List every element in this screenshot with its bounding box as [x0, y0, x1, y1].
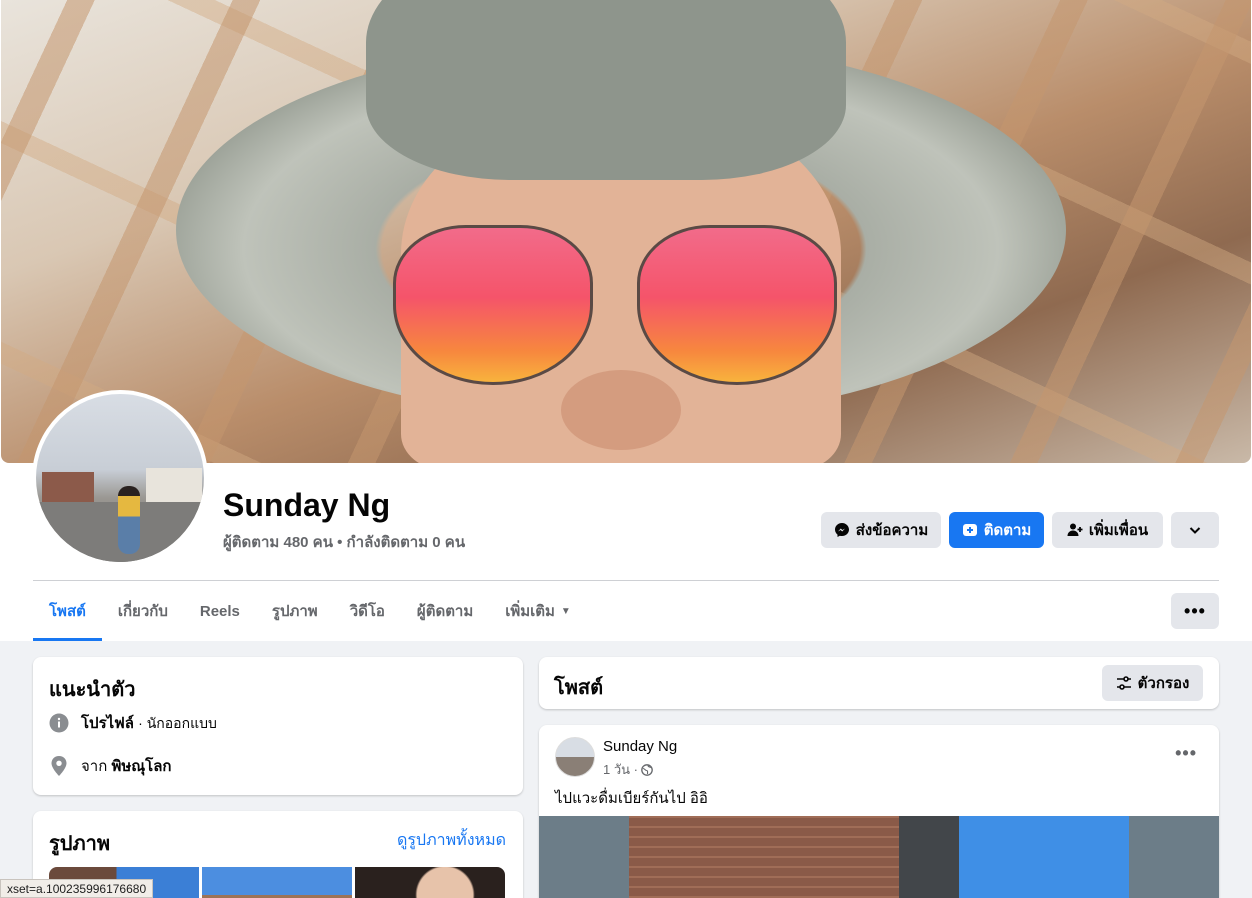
- tab-about[interactable]: เกี่ยวกับ: [102, 581, 184, 641]
- post-options-icon[interactable]: •••: [1175, 743, 1197, 764]
- info-icon: [49, 713, 69, 733]
- intro-from-prefix: จาก: [81, 758, 108, 775]
- intro-from-row: จาก พิษณุโลก: [49, 754, 172, 778]
- follow-button[interactable]: ติดตาม: [949, 512, 1044, 548]
- add-friend-label: เพิ่มเพื่อน: [1088, 522, 1149, 539]
- post-author-name[interactable]: Sunday Ng: [603, 738, 677, 755]
- posts-header-card: โพสต์ ตัวกรอง: [539, 657, 1219, 709]
- posts-title: โพสต์: [554, 677, 604, 699]
- see-all-photos-link[interactable]: ดูรูปภาพทั้งหมด: [397, 828, 506, 853]
- tabs-more-button[interactable]: •••: [1171, 593, 1219, 629]
- photo-thumbnail[interactable]: [355, 867, 505, 898]
- add-friend-button[interactable]: เพิ่มเพื่อน: [1052, 512, 1163, 548]
- filter-icon: [1116, 676, 1131, 690]
- intro-profile-label: โปรไฟล์: [81, 715, 134, 732]
- post-meta: 1 วัน ·: [603, 759, 653, 780]
- tab-followers[interactable]: ผู้ติดตาม: [401, 581, 489, 641]
- globe-icon: [641, 763, 653, 776]
- location-pin-icon: [49, 756, 69, 776]
- intro-card: แนะนำตัว โปรไฟล์ · นักออกแบบ จาก พิษณุโล…: [33, 657, 523, 795]
- caret-down-icon: ▼: [560, 605, 571, 617]
- intro-profile-value: · นักออกแบบ: [138, 715, 217, 731]
- profile-options-button[interactable]: [1171, 512, 1219, 548]
- followers-count[interactable]: ผู้ติดตาม 480 คน • กำลังติดตาม 0 คน: [223, 530, 465, 554]
- intro-from-value[interactable]: พิษณุโลก: [111, 758, 171, 775]
- photos-title: รูปภาพ: [49, 833, 111, 855]
- follow-label: ติดตาม: [983, 522, 1032, 539]
- tab-photos[interactable]: รูปภาพ: [256, 581, 334, 641]
- chevron-down-icon: [1189, 527, 1201, 534]
- profile-avatar[interactable]: [32, 390, 208, 566]
- send-message-button[interactable]: ส่งข้อความ: [821, 512, 941, 548]
- intro-title: แนะนำตัว: [49, 679, 136, 701]
- profile-tabs: โพสต์ เกี่ยวกับ Reels รูปภาพ วิดีโอ ผู้ต…: [33, 581, 587, 641]
- cover-photo[interactable]: [1, 0, 1251, 463]
- post-photo[interactable]: [539, 816, 1219, 898]
- tab-videos[interactable]: วิดีโอ: [334, 581, 401, 641]
- filter-label: ตัวกรอง: [1137, 675, 1190, 692]
- add-friend-icon: [1067, 523, 1083, 536]
- post-text: ไปแวะดื่มเบียร์กันไป อิอิ: [555, 790, 708, 807]
- tab-posts[interactable]: โพสต์: [33, 581, 102, 641]
- post-timestamp[interactable]: 1 วัน ·: [603, 759, 638, 780]
- tab-reels[interactable]: Reels: [184, 581, 256, 641]
- filter-button[interactable]: ตัวกรอง: [1102, 665, 1203, 701]
- messenger-icon: [834, 523, 849, 537]
- post-card: Sunday Ng 1 วัน · ••• ไปแวะดื่มเบียร์กัน…: [539, 725, 1219, 898]
- profile-name: Sunday Ng: [223, 487, 391, 523]
- post-author-avatar[interactable]: [555, 737, 595, 777]
- status-bar-url: xset=a.100235996176680: [0, 879, 154, 898]
- more-dots-icon: •••: [1184, 600, 1206, 621]
- photo-thumbnail[interactable]: [202, 867, 352, 898]
- tab-more[interactable]: เพิ่มเติม ▼: [489, 581, 587, 641]
- send-message-label: ส่งข้อความ: [855, 522, 929, 539]
- follow-icon: [962, 524, 977, 536]
- intro-profile-row: โปรไฟล์ · นักออกแบบ: [49, 711, 217, 735]
